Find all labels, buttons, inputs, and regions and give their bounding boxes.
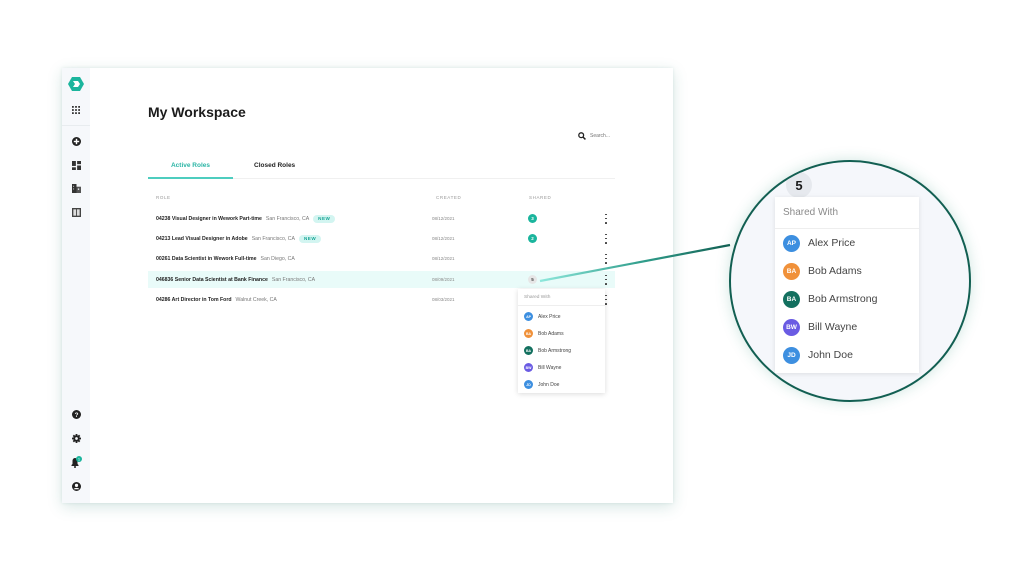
shared-with-popup: Shared With AP Alex Price BA Bob Adams B…	[518, 289, 605, 393]
more-options-icon[interactable]	[603, 233, 609, 244]
shared-person[interactable]: BA Bob Armstrong	[518, 342, 605, 359]
more-options-icon[interactable]	[603, 274, 609, 285]
role-title[interactable]: 00261 Data Scientist in Wework Full-time	[156, 256, 257, 262]
shared-person[interactable]: BA Bob Adams	[518, 325, 605, 342]
page-title: My Workspace	[148, 104, 246, 120]
new-badge: NEW	[298, 234, 322, 243]
help-icon[interactable]: ?	[69, 407, 83, 421]
role-location: San Francisco, CA	[271, 276, 316, 283]
created-date: 08/12/2021	[432, 236, 455, 241]
role-title[interactable]: 04213 Lead Visual Designer in Adobe	[156, 236, 248, 242]
apps-grid-icon[interactable]	[69, 103, 83, 117]
new-badge: NEW	[313, 214, 336, 223]
person-name: Bill Wayne	[538, 364, 562, 371]
popup-title: Shared With	[518, 289, 605, 306]
shared-person[interactable]: JD John Doe	[775, 341, 919, 369]
account-icon[interactable]	[69, 479, 83, 493]
avatar: BW	[524, 363, 533, 372]
search-icon	[578, 132, 586, 140]
avatar: BA	[524, 346, 533, 355]
created-date: 08/03/2021	[432, 297, 455, 302]
person-name: Bob Armstrong	[538, 347, 572, 354]
person-name: Bill Wayne	[808, 321, 858, 333]
avatar: BW	[783, 318, 800, 336]
board-icon[interactable]	[69, 205, 83, 219]
shared-with-popup-zoomed: Shared With AP Alex Price BA Bob Adams B…	[775, 197, 919, 373]
person-name: Alex Price	[538, 313, 561, 320]
shared-count-zoomed: 5	[786, 172, 812, 198]
role-location: San Francisco, CA	[251, 235, 295, 242]
tab-active-roles[interactable]: Active Roles	[148, 162, 233, 179]
more-options-icon[interactable]	[603, 253, 609, 264]
avatar: BA	[524, 329, 533, 338]
notifications-icon[interactable]: 1	[69, 455, 83, 469]
person-name: John Doe	[808, 349, 853, 361]
avatar: JD	[524, 380, 533, 389]
add-circle-icon[interactable]	[69, 134, 83, 148]
shared-person[interactable]: BA Bob Adams	[775, 257, 919, 285]
shared-person[interactable]: BA Bob Armstrong	[775, 285, 919, 313]
role-title[interactable]: 046836 Senior Data Scientist at Bank Fin…	[156, 277, 268, 283]
person-name: Bob Adams	[538, 330, 564, 337]
role-location: San Diego, CA	[260, 255, 295, 262]
sidebar-divider	[62, 125, 90, 126]
column-header-role: ROLE	[156, 195, 171, 200]
tab-closed-roles[interactable]: Closed Roles	[254, 162, 295, 169]
shared-count-badge[interactable]: 2	[528, 234, 537, 243]
role-cell: 04286 Art Director in Tom Ford Walnut Cr…	[156, 297, 277, 303]
shared-person[interactable]: BW Bill Wayne	[775, 313, 919, 341]
created-date: 08/09/2021	[432, 277, 455, 282]
role-location: San Francisco, CA	[265, 215, 310, 222]
table-row-selected[interactable]: 046836 Senior Data Scientist at Bank Fin…	[148, 271, 615, 288]
role-cell: 046836 Senior Data Scientist at Bank Fin…	[156, 277, 315, 283]
svg-text:?: ?	[74, 411, 78, 418]
column-header-created: CREATED	[436, 195, 462, 200]
popup-title: Shared With	[775, 197, 919, 229]
avatar: BA	[783, 290, 800, 308]
dashboard-icon[interactable]	[69, 158, 83, 172]
tab-bar: Active Roles Closed Roles	[148, 158, 615, 179]
shared-count-badge[interactable]: 3	[528, 214, 537, 223]
app-window: ? 1 My Workspace Active Roles Closed Rol…	[62, 68, 673, 503]
person-name: Bob Adams	[808, 265, 862, 277]
column-header-shared: SHARED	[529, 195, 552, 200]
shared-person[interactable]: AP Alex Price	[775, 229, 919, 257]
sidebar: ? 1	[62, 68, 90, 503]
settings-icon[interactable]	[69, 431, 83, 445]
shared-person[interactable]: AP Alex Price	[518, 308, 605, 325]
avatar: JD	[783, 346, 800, 364]
search-box[interactable]	[578, 132, 620, 140]
more-options-icon[interactable]	[603, 213, 609, 224]
shared-person[interactable]: BW Bill Wayne	[518, 359, 605, 376]
avatar: BA	[783, 262, 800, 280]
avatar: AP	[783, 234, 800, 252]
avatar: AP	[524, 312, 533, 321]
created-date: 08/12/2021	[432, 216, 455, 221]
shared-count-badge[interactable]: 5	[528, 275, 537, 284]
search-input[interactable]	[590, 133, 620, 139]
role-cell: 04213 Lead Visual Designer in Adobe San …	[156, 234, 322, 243]
role-title[interactable]: 04286 Art Director in Tom Ford	[156, 297, 232, 303]
person-name: Alex Price	[808, 237, 856, 249]
role-cell: 04238 Visual Designer in Wework Part-tim…	[156, 214, 336, 223]
table-row[interactable]: 04238 Visual Designer in Wework Part-tim…	[148, 210, 615, 227]
shared-person[interactable]: JD John Doe	[518, 376, 605, 393]
magnifier-lens: 5 Shared With AP Alex Price BA Bob Adams…	[729, 160, 971, 402]
created-date: 08/12/2021	[432, 256, 455, 261]
building-icon[interactable]	[69, 181, 83, 195]
table-row[interactable]: 04213 Lead Visual Designer in Adobe San …	[148, 230, 615, 247]
person-name: John Doe	[538, 381, 560, 388]
role-title[interactable]: 04238 Visual Designer in Wework Part-tim…	[156, 216, 262, 222]
table-row[interactable]: 00261 Data Scientist in Wework Full-time…	[148, 250, 615, 267]
person-name: Bob Armstrong	[808, 293, 878, 305]
role-location: Walnut Creek, CA	[235, 296, 277, 303]
role-cell: 00261 Data Scientist in Wework Full-time…	[156, 256, 295, 262]
logo-icon[interactable]	[68, 76, 84, 92]
